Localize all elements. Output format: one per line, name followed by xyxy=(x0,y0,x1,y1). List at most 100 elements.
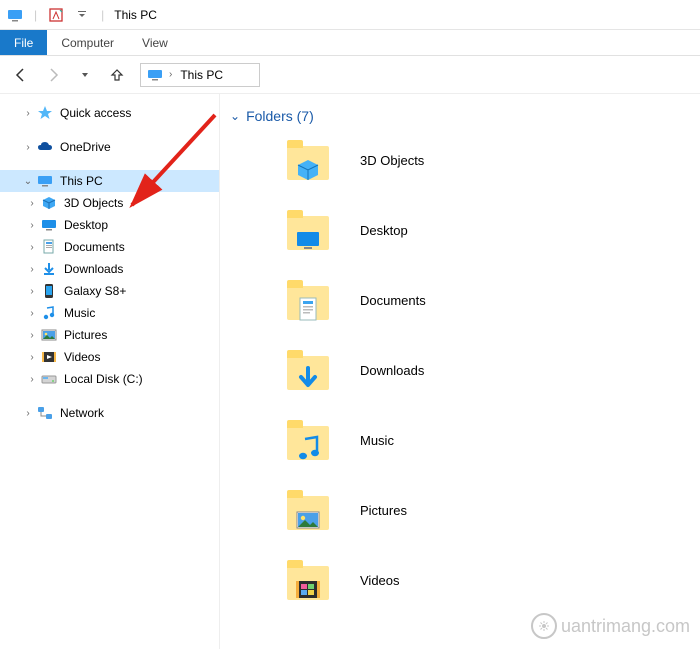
chevron-right-icon: › xyxy=(24,242,40,253)
tree-network[interactable]: › Network xyxy=(0,402,219,424)
folder-icon xyxy=(284,276,332,324)
folder-icon xyxy=(284,416,332,464)
navigation-tree: › Quick access › OneDrive ⌄ xyxy=(0,94,220,649)
tree-item-music[interactable]: › Music xyxy=(0,302,219,324)
disk-icon xyxy=(40,370,58,388)
tree-onedrive[interactable]: › OneDrive xyxy=(0,136,219,158)
chevron-right-icon: › xyxy=(24,264,40,275)
chevron-down-icon: ⌄ xyxy=(20,176,36,187)
tree-item-desktop[interactable]: › Desktop xyxy=(0,214,219,236)
folder-videos[interactable]: Videos xyxy=(284,556,692,604)
tree-item-documents[interactable]: › Documents xyxy=(0,236,219,258)
downloads-icon xyxy=(290,358,326,394)
tree-item-label: Quick access xyxy=(60,106,131,120)
chevron-right-icon: › xyxy=(24,220,40,231)
folder-icon xyxy=(284,486,332,534)
folder-desktop[interactable]: Desktop xyxy=(284,206,692,254)
tree-item-label: Local Disk (C:) xyxy=(64,372,143,386)
quick-access-toolbar: | | xyxy=(4,4,108,26)
chevron-right-icon: › xyxy=(24,308,40,319)
chevron-right-icon: › xyxy=(169,69,172,80)
folder-downloads[interactable]: Downloads xyxy=(284,346,692,394)
folder-label: 3D Objects xyxy=(360,153,424,168)
tree-item-local-disk-c-[interactable]: › Local Disk (C:) xyxy=(0,368,219,390)
folder-label: Desktop xyxy=(360,223,408,238)
phone-icon xyxy=(40,282,58,300)
music-icon xyxy=(290,428,326,464)
tree-item-galaxy-s8-[interactable]: › Galaxy S8+ xyxy=(0,280,219,302)
documents-icon xyxy=(290,288,326,324)
folder-label: Videos xyxy=(360,573,400,588)
tree-item-label: Network xyxy=(60,406,104,420)
tree-item-3d-objects[interactable]: › 3D Objects xyxy=(0,192,219,214)
title-bar: | | This PC xyxy=(0,0,700,30)
music-icon xyxy=(40,304,58,322)
chevron-right-icon: › xyxy=(24,286,40,297)
folder-3d-objects[interactable]: 3D Objects xyxy=(284,136,692,184)
desktop-icon xyxy=(40,216,58,234)
desktop-icon xyxy=(290,218,326,254)
tab-view[interactable]: View xyxy=(128,30,182,55)
app-icon xyxy=(4,4,26,26)
qat-dropdown-icon[interactable] xyxy=(71,4,93,26)
tab-file[interactable]: File xyxy=(0,30,47,55)
forward-button[interactable] xyxy=(40,62,66,88)
breadcrumb-this-pc[interactable]: This PC xyxy=(178,67,225,83)
folder-documents[interactable]: Documents xyxy=(284,276,692,324)
folder-label: Downloads xyxy=(360,363,424,378)
tree-this-pc[interactable]: ⌄ This PC xyxy=(0,170,219,192)
chevron-right-icon: › xyxy=(24,330,40,341)
folder-icon xyxy=(284,136,332,184)
folder-label: Pictures xyxy=(360,503,407,518)
network-icon xyxy=(36,404,54,422)
chevron-right-icon: › xyxy=(20,408,36,419)
section-title: Folders (7) xyxy=(246,108,314,124)
tree-item-label: Videos xyxy=(64,350,100,364)
folder-icon xyxy=(284,346,332,394)
star-icon xyxy=(36,104,54,122)
chevron-right-icon: › xyxy=(20,142,36,153)
3d-icon xyxy=(40,194,58,212)
chevron-right-icon: › xyxy=(20,108,36,119)
chevron-right-icon: › xyxy=(24,352,40,363)
tree-item-label: 3D Objects xyxy=(64,196,123,210)
address-bar[interactable]: › This PC xyxy=(140,63,260,87)
tree-item-label: Downloads xyxy=(64,262,123,276)
tree-item-videos[interactable]: › Videos xyxy=(0,346,219,368)
3d-icon xyxy=(290,148,326,184)
folder-icon xyxy=(284,556,332,604)
tree-item-downloads[interactable]: › Downloads xyxy=(0,258,219,280)
monitor-icon xyxy=(147,67,163,83)
pictures-icon xyxy=(40,326,58,344)
folder-label: Documents xyxy=(360,293,426,308)
separator: | xyxy=(101,8,104,22)
chevron-down-icon: ⌄ xyxy=(230,109,240,123)
up-button[interactable] xyxy=(104,62,130,88)
recent-locations-button[interactable] xyxy=(72,62,98,88)
tree-item-pictures[interactable]: ›Pictures xyxy=(0,324,219,346)
back-button[interactable] xyxy=(8,62,34,88)
ribbon-tabs: File Computer View xyxy=(0,30,700,56)
chevron-right-icon: › xyxy=(24,374,40,385)
folder-pictures[interactable]: Pictures xyxy=(284,486,692,534)
tree-item-label: Music xyxy=(64,306,95,320)
tree-item-label: Desktop xyxy=(64,218,108,232)
tree-item-label: Documents xyxy=(64,240,125,254)
folder-label: Music xyxy=(360,433,394,448)
tree-item-label: OneDrive xyxy=(60,140,111,154)
tree-quick-access[interactable]: › Quick access xyxy=(0,102,219,124)
tab-computer[interactable]: Computer xyxy=(47,30,128,55)
window-title: This PC xyxy=(114,8,157,22)
nav-bar: › This PC xyxy=(0,56,700,94)
videos-icon xyxy=(40,348,58,366)
cloud-icon xyxy=(36,138,54,156)
properties-icon[interactable] xyxy=(45,4,67,26)
downloads-icon xyxy=(40,260,58,278)
separator: | xyxy=(34,8,37,22)
tree-item-label: Galaxy S8+ xyxy=(64,284,126,298)
pictures-icon xyxy=(290,498,326,534)
tree-item-label: This PC xyxy=(60,174,103,188)
section-header-folders[interactable]: ⌄ Folders (7) xyxy=(224,104,692,136)
folder-music[interactable]: Music xyxy=(284,416,692,464)
chevron-right-icon: › xyxy=(24,198,40,209)
